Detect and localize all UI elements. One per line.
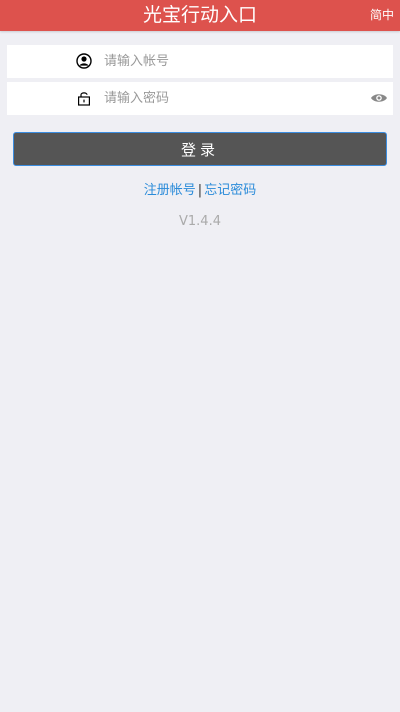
password-field-row (7, 82, 393, 115)
lock-icon (76, 90, 92, 106)
app-header: 光宝行动入口 简中 (0, 0, 400, 31)
login-button[interactable]: 登录 (13, 132, 387, 166)
username-field-row (7, 45, 393, 78)
password-input[interactable] (104, 82, 364, 115)
language-switch-button[interactable]: 简中 (370, 0, 394, 31)
account-links: 注册帐号 | 忘记密码 (0, 182, 400, 200)
login-screen: 光宝行动入口 简中 登录 (0, 0, 400, 712)
username-input[interactable] (104, 45, 364, 78)
register-link[interactable]: 注册帐号 (144, 183, 196, 198)
user-icon (76, 53, 92, 69)
link-separator: | (197, 183, 203, 198)
version-label: V1.4.4 (179, 214, 221, 229)
page-title: 光宝行动入口 (142, 4, 257, 26)
eye-icon[interactable] (370, 90, 388, 106)
forgot-password-link[interactable]: 忘记密码 (204, 183, 256, 198)
